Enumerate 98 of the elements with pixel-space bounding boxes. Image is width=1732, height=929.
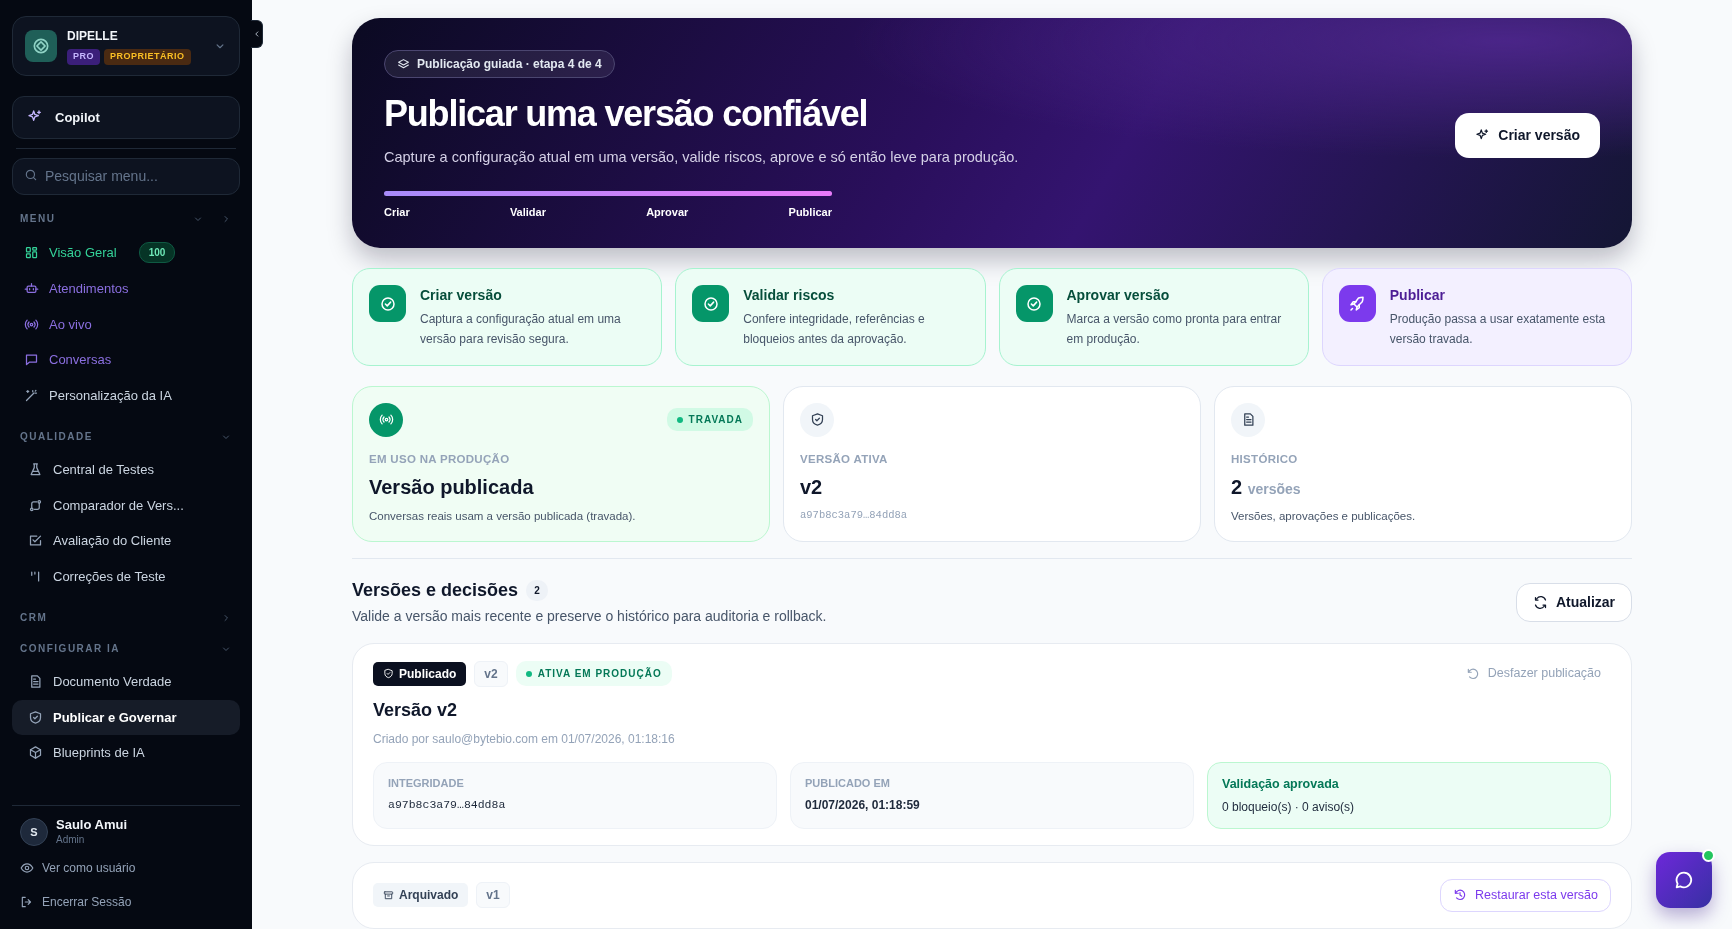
sidebar-item[interactable]: Blueprints de IA	[12, 735, 240, 771]
version-tag: v2	[474, 660, 508, 687]
section-subtitle: Valide a versão mais recente e preserve o histórico para auditoria e rollback.	[352, 607, 827, 627]
organization-name: DIPELLE	[67, 28, 119, 45]
user-role: Admin	[56, 833, 86, 847]
step-chip: Publicação guiada · etapa 4 de 4	[384, 50, 615, 78]
compare-icon	[28, 497, 43, 513]
grid-icon	[24, 245, 39, 260]
stat-note: Versões, aprovações e publicações.	[1231, 509, 1417, 525]
user-avatar: S	[20, 818, 48, 847]
sidebar-link[interactable]: Ver como usuário	[12, 851, 144, 885]
magic-wand-icon	[24, 387, 39, 403]
sidebar-item[interactable]: Atendimentos	[12, 271, 240, 307]
status-badge: TRAVADA	[666, 408, 753, 432]
progress-label: Criar	[384, 204, 410, 220]
create-version-button[interactable]: Criar versão	[1455, 112, 1600, 158]
document-icon	[28, 674, 43, 690]
stat-note: Conversas reais usam a versão publicada (travada).	[369, 509, 637, 525]
shield-icon	[28, 709, 43, 725]
eye-icon	[20, 861, 34, 875]
undo-icon	[1465, 666, 1480, 681]
logout-icon	[20, 895, 34, 909]
search-icon	[24, 168, 38, 182]
sidebar-item[interactable]: Correções de Teste	[12, 558, 240, 594]
plan-badge: PRO	[67, 49, 100, 65]
sidebar-item[interactable]: Personalização da IA	[12, 377, 240, 413]
stat-label: VERSÃO ATIVA	[800, 451, 889, 467]
progress-label: Publicar	[788, 204, 832, 220]
step-title: Criar versão	[420, 286, 503, 306]
live-badge: ATIVA EM PRODUÇÃO	[515, 661, 672, 687]
step-description: Produção passa a usar exatamente esta versão travada.	[1389, 311, 1607, 348]
check-circle-icon	[1025, 294, 1043, 313]
step-description: Marca a versão como pronta para entrar em produção.	[1066, 311, 1283, 348]
collapse-sidebar-button[interactable]	[251, 20, 263, 48]
info-label: INTEGRIDADE	[388, 776, 465, 792]
progress-label: Validar	[509, 204, 546, 220]
user-name: Saulo Amui	[56, 817, 128, 832]
checkbox-icon	[28, 533, 43, 549]
version-title: Versão v2	[373, 699, 459, 723]
sidebar-item[interactable]: Comparador de Vers...	[12, 487, 240, 523]
chat-bubble-icon	[1673, 869, 1695, 891]
section-heading: CRM	[20, 611, 48, 625]
refresh-button[interactable]: Atualizar	[1515, 582, 1632, 622]
chat-button[interactable]	[1656, 852, 1712, 908]
version-meta: Criado por saulo@bytebio.com em 01/07/2026, 01:18:16	[373, 731, 676, 749]
shield-icon	[383, 668, 394, 680]
chat-icon	[24, 352, 39, 368]
sidebar-item[interactable]: Avaliação do Cliente	[12, 523, 240, 559]
count-badge: 100	[138, 242, 176, 263]
archive-icon	[383, 889, 394, 901]
info-label: PUBLICADO EM	[805, 776, 891, 792]
layers-icon	[397, 57, 410, 71]
sidebar-item[interactable]: Visão Geral 100	[12, 234, 240, 271]
count-badge: 2	[526, 580, 548, 602]
section-heading: MENU	[20, 212, 56, 226]
rocket-icon	[1348, 294, 1367, 313]
history-icon	[1453, 888, 1467, 903]
stat-value: 2 versões	[1231, 475, 1302, 501]
flask-icon	[28, 462, 43, 478]
page-title: Publicar uma versão confiável	[384, 92, 869, 136]
stat-value: Versão publicada	[369, 475, 535, 501]
section-heading: CONFIGURAR IA	[20, 642, 121, 656]
sidebar-item[interactable]: Documento Verdade	[12, 664, 240, 700]
restore-version-button[interactable]: Restaurar esta versão	[1440, 878, 1611, 912]
step-description: Confere integridade, referências e bloqueios antes da aprovação.	[743, 311, 926, 348]
check-circle-icon	[701, 294, 720, 313]
info-value: a97b8c3a79…84dd8a	[388, 796, 507, 813]
stat-label: HISTÓRICO	[1231, 451, 1299, 467]
validation-title: Validação aprovada	[1222, 776, 1340, 794]
step-title: Publicar	[1389, 286, 1446, 306]
progress-label: Aprovar	[646, 204, 689, 220]
cube-icon	[28, 745, 43, 761]
step-title: Validar riscos	[743, 286, 836, 306]
step-description: Captura a configuração atual em uma versão para revisão segura.	[420, 311, 622, 348]
version-tag: v1	[476, 882, 510, 909]
search-field[interactable]: Pesquisar menu...	[12, 158, 240, 195]
sidebar-link[interactable]: Encerrar Sessão	[12, 885, 140, 919]
shield-icon	[809, 412, 825, 428]
hash-text: a97b8c3a79…84dd8a	[800, 508, 909, 524]
refresh-icon	[1532, 594, 1548, 610]
plan-badge: PROPRIETÁRIO	[104, 49, 191, 65]
stat-label: EM USO NA PRODUÇÃO	[369, 451, 511, 467]
organization-switcher[interactable]: DIPELLE PRO PROPRIETÁRIO	[12, 16, 240, 76]
info-value: 01/07/2026, 01:18:59	[805, 796, 921, 814]
section-heading: QUALIDADE	[20, 430, 93, 444]
sidebar-item[interactable]: Central de Testes	[12, 452, 240, 488]
status-badge: Publicado	[373, 661, 467, 686]
page-subtitle: Capture a configuração atual em uma versão, valide riscos, aprove e só então leve para produção.	[384, 148, 1019, 168]
sidebar-item[interactable]: Publicar e Governar	[12, 699, 240, 735]
sidebar-item[interactable]: Conversas	[12, 342, 240, 378]
validation-detail: 0 bloqueio(s) · 0 aviso(s)	[1222, 798, 1356, 816]
step-title: Aprovar versão	[1066, 286, 1171, 306]
copilot-button[interactable]: Copilot	[12, 95, 240, 139]
section-title: Versões e decisões	[352, 579, 519, 603]
check-circle-icon	[378, 294, 397, 313]
status-badge: Arquivado	[373, 883, 469, 908]
stat-value: v2	[800, 475, 824, 501]
sidebar-item[interactable]: Ao vivo	[12, 306, 240, 342]
